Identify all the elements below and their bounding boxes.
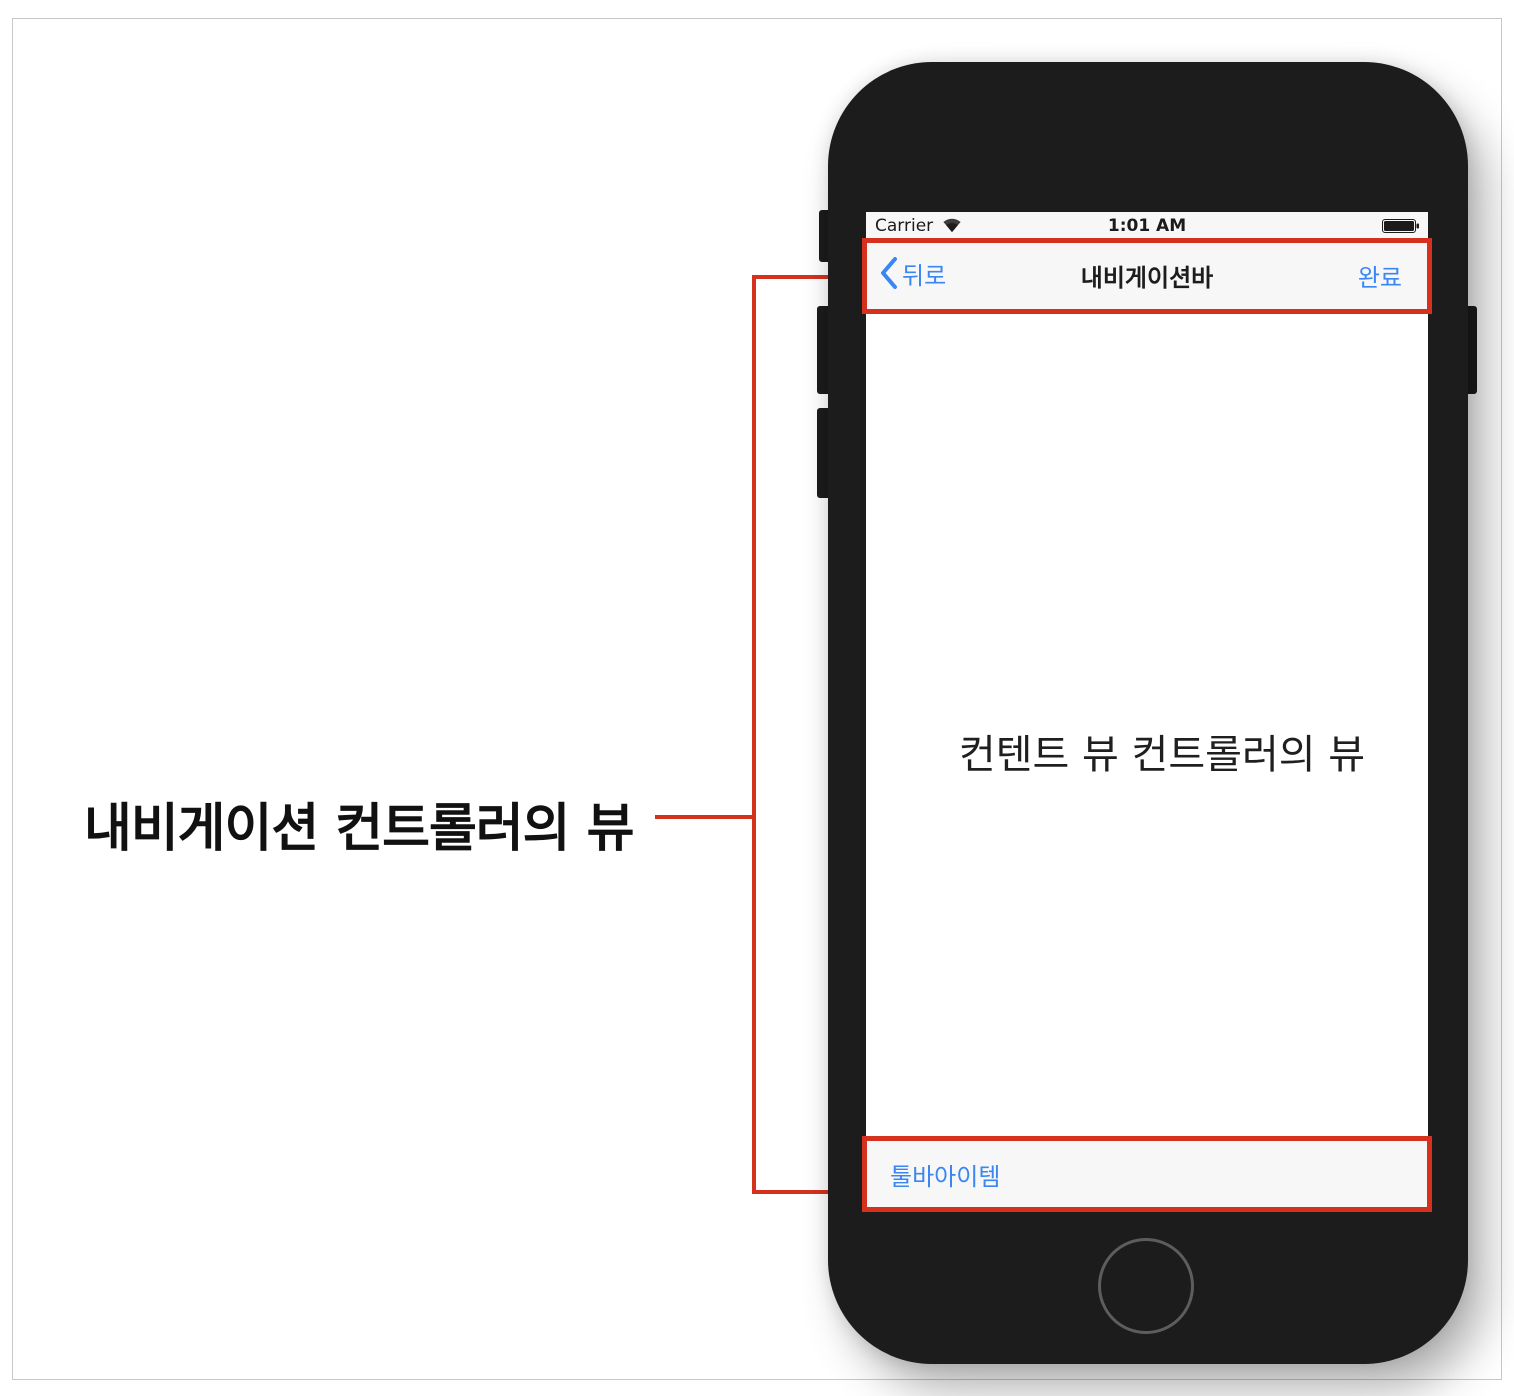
done-button[interactable]: 완료 [1358, 258, 1402, 293]
status-time: 1:01 AM [1107, 216, 1187, 236]
callout-label: 내비게이션 컨트롤러의 뷰 [84, 799, 634, 859]
toolbar: 툴바아이템 [866, 1136, 1428, 1208]
toolbar-item-button[interactable]: 툴바아이템 [890, 1157, 1000, 1192]
home-button[interactable] [1098, 1238, 1194, 1334]
navigation-title: 내비게이션바 [1080, 264, 1214, 292]
phone-screen: Carrier 1:01 AM 뒤로 내비게이션바 완료 컨텐트 뷰 컨트롤러의… [866, 212, 1428, 1208]
navigation-bar: 뒤로 내비게이션바 완료 [866, 240, 1428, 310]
content-view-label: 컨텐트 뷰 컨트롤러의 뷰 [958, 732, 1366, 778]
battery-icon [1382, 219, 1419, 233]
status-bar: Carrier 1:01 AM [866, 212, 1428, 240]
